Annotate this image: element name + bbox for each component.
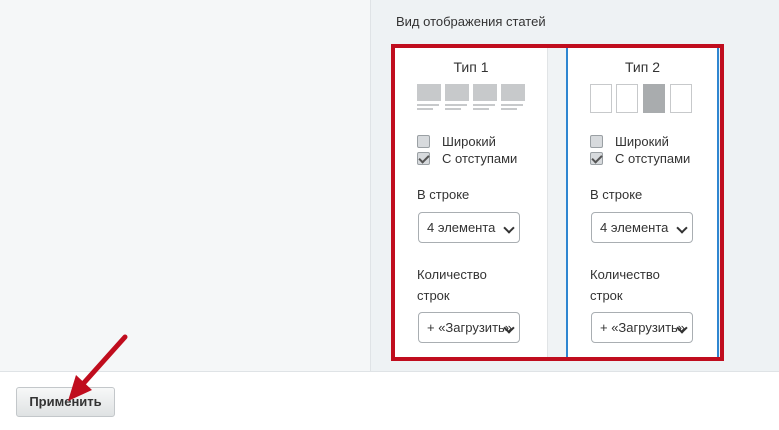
annotation-arrow-icon: [68, 334, 128, 401]
